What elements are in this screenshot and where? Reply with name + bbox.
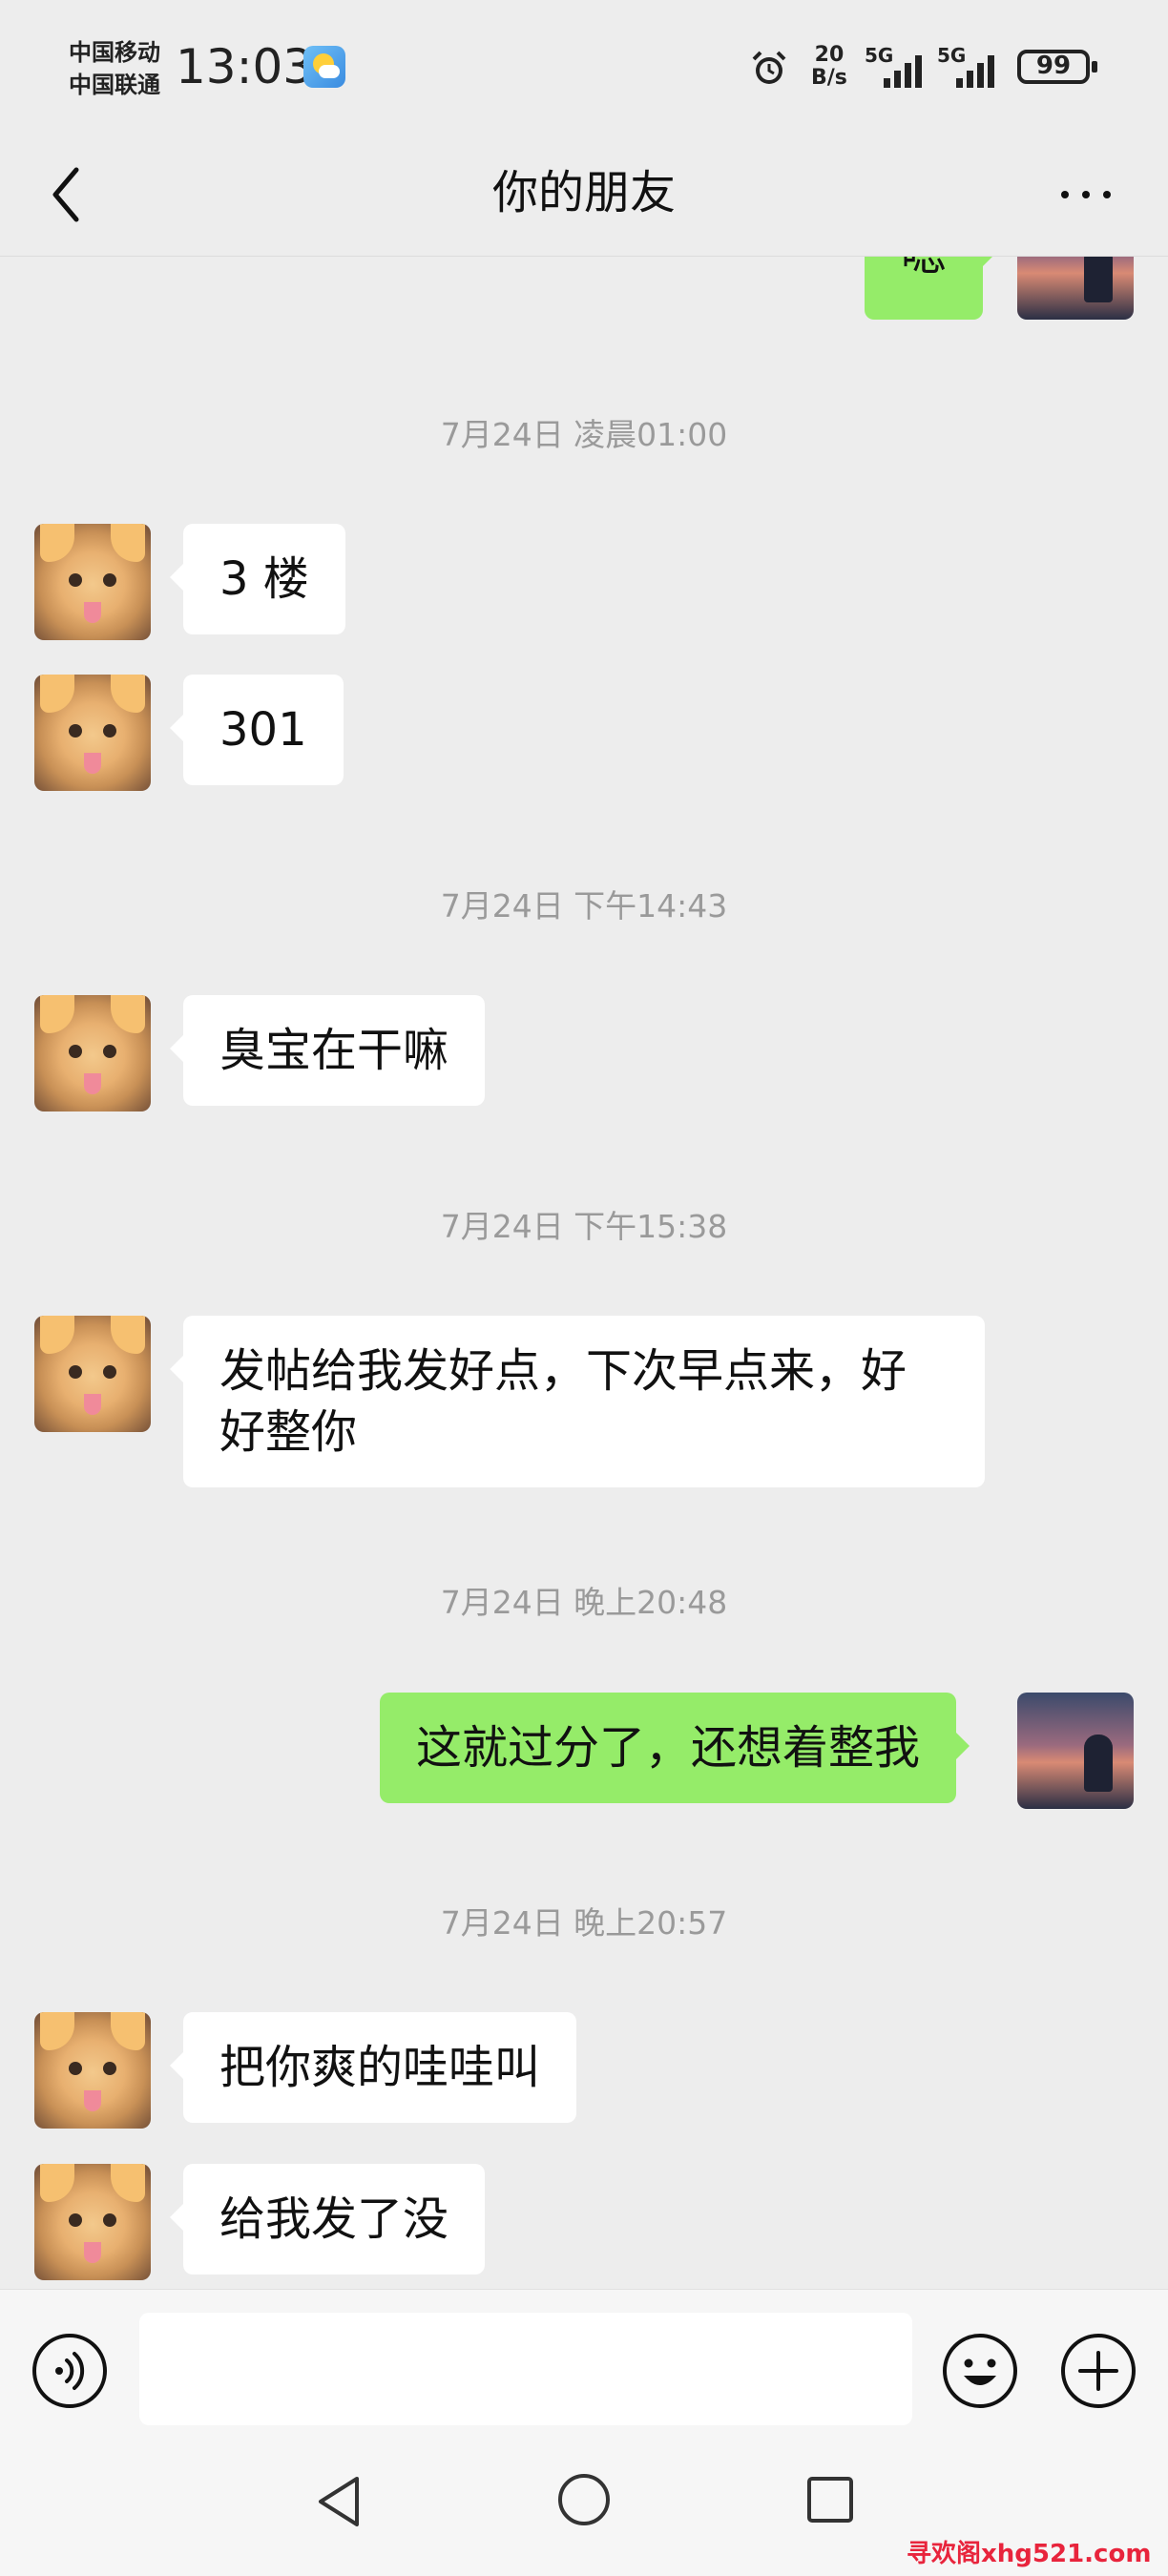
alarm-icon [752,51,786,84]
timestamp: 7月24日 晚上20:57 [440,1904,728,1942]
avatar-self[interactable] [1017,1693,1134,1809]
net-speed-value: 20 [814,43,845,67]
page-title: 你的朋友 [491,166,676,219]
avatar-friend[interactable] [34,2012,151,2129]
status-time: 13:03 [176,39,314,94]
status-bar: 中国移动 中国联通 13:03 20 B/s 5G 5G 99 [0,0,1168,134]
message-bubble-received[interactable]: 给我发了没 [169,2164,486,2275]
chat-header: 你的朋友 [0,134,1168,257]
message-bubble-received[interactable]: 臭宝在干嘛 [169,995,486,1106]
battery-level: 99 [1035,52,1072,80]
message-input[interactable] [139,2313,912,2425]
weather-icon [303,46,345,88]
timestamp: 7月24日 晚上20:48 [440,1584,728,1621]
avatar-friend[interactable] [34,1316,151,1432]
timestamp: 7月24日 凌晨01:00 [440,416,728,453]
watermark-text: 寻欢阁xhg521.com [907,2540,1152,2568]
message-bubble-sent[interactable]: 嗯 [865,257,997,320]
signal-icon: 5G [937,44,1004,90]
system-navigation: 寻欢阁xhg521.com [0,2433,1168,2576]
plus-icon[interactable] [1059,2332,1137,2410]
more-icon[interactable] [1053,162,1130,223]
carrier-name-2: 中国联通 [69,72,160,98]
nav-recent-icon[interactable] [802,2471,859,2528]
nav-home-icon[interactable] [555,2471,613,2528]
message-bubble-received[interactable]: 301 [170,675,344,785]
message-bubble-received[interactable]: 发帖给我发好点，下次早点来，好好整你 [170,1316,985,1487]
emoji-icon[interactable] [941,2332,1019,2410]
timestamp: 7月24日 下午15:38 [440,1208,728,1245]
avatar-friend[interactable] [34,995,151,1111]
message-bubble-received[interactable]: 把你爽的哇哇叫 [169,2012,577,2123]
avatar-friend[interactable] [34,524,151,640]
message-bubble-received[interactable]: 3 楼 [170,524,345,634]
timestamp: 7月24日 下午14:43 [440,887,728,924]
input-bar [0,2289,1168,2433]
avatar-self[interactable] [1017,257,1134,320]
avatar-friend[interactable] [34,2164,151,2280]
battery-icon: 99 [1017,50,1097,84]
signal-icon: 5G [865,44,931,90]
net-speed: 20 B/s [811,44,847,90]
message-list[interactable]: 嗯 7月24日 凌晨01:00 3 楼 301 7月24日 下午14:43 臭宝… [0,257,1168,2289]
message-bubble-sent[interactable]: 这就过分了，还想着整我 [380,1693,970,1803]
net-speed-unit: B/s [811,66,847,90]
nav-back-icon[interactable] [311,2471,368,2532]
voice-icon[interactable] [31,2332,109,2410]
avatar-friend[interactable] [34,675,151,791]
carrier-name-1: 中国移动 [69,39,160,66]
